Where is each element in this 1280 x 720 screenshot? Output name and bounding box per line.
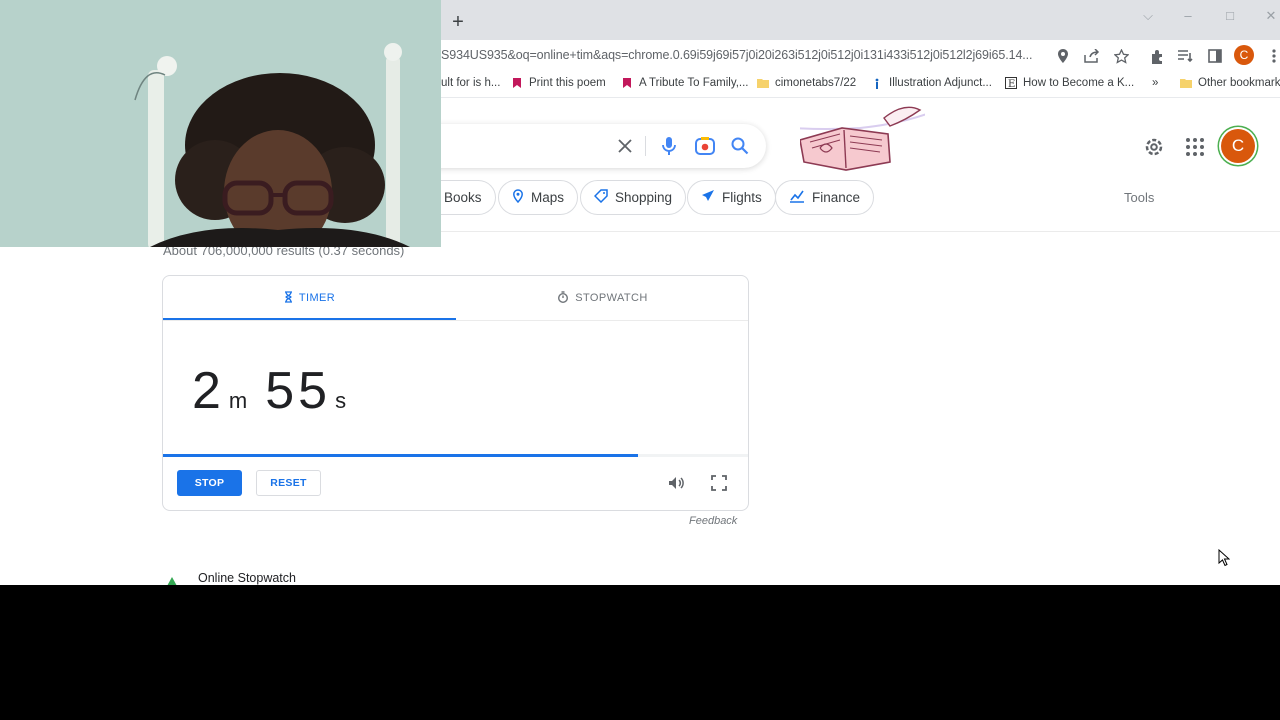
hourglass-icon [284, 290, 293, 306]
stop-button[interactable]: STOP [177, 470, 242, 496]
divider [163, 320, 748, 321]
result-favicon [166, 575, 178, 585]
minutes-unit: m [228, 388, 248, 413]
reading-list-icon[interactable] [1175, 46, 1195, 66]
tab-search-icon[interactable]: ⌵ [1138, 6, 1158, 26]
feedback-link[interactable]: Feedback [689, 515, 737, 527]
bookmark-item[interactable]: cimonetabs7/22 [757, 77, 856, 89]
stopwatch-icon [557, 290, 569, 306]
clear-search-icon[interactable] [615, 136, 635, 156]
tab-stopwatch[interactable]: STOPWATCH [456, 276, 748, 320]
chip-maps[interactable]: Maps [498, 180, 579, 215]
chip-label: Flights [722, 190, 762, 205]
plane-icon [701, 189, 715, 206]
chip-label: Maps [531, 190, 565, 205]
doodle-book-image[interactable] [689, 98, 961, 174]
tab-label: TIMER [298, 292, 336, 304]
bookmark-item[interactable]: Illustration Adjunct... [871, 77, 992, 89]
google-apps-icon[interactable] [1185, 137, 1205, 157]
side-panel-icon[interactable] [1205, 46, 1225, 66]
bookmark-label: cimonetabs7/22 [775, 77, 857, 89]
bookmark-item[interactable]: A Tribute To Family,... [621, 77, 749, 89]
extensions-icon[interactable] [1147, 46, 1167, 66]
seconds-unit: s [335, 388, 347, 413]
tab-label: STOPWATCH [575, 292, 648, 304]
chip-label: Books [444, 190, 482, 205]
timer-widget: TIMER STOPWATCH 2 m 55 s STOP RESET [162, 275, 749, 511]
chip-flights[interactable]: Flights [687, 180, 776, 215]
info-icon [871, 77, 883, 89]
timer-seconds: 55 [265, 362, 332, 420]
svg-text:E: E [1008, 79, 1015, 89]
bookmark-item[interactable]: ult for is h... [441, 77, 500, 89]
e-icon: E [1005, 77, 1017, 90]
bookmark-label: ult for is h... [441, 77, 501, 89]
bookmark-label: Illustration Adjunct... [889, 77, 992, 89]
search-divider [645, 136, 646, 156]
timer-minutes: 2 [192, 362, 225, 420]
browser-menu-icon[interactable] [1264, 46, 1280, 66]
tag-icon [593, 189, 608, 206]
more-bookmarks-button[interactable]: » [1152, 77, 1158, 89]
bookmark-label: A Tribute To Family,... [639, 77, 749, 89]
address-bar[interactable]: S934US935&oq=online+tim&aqs=chrome.0.69i… [441, 48, 1033, 62]
lens-search-icon[interactable] [695, 136, 715, 156]
timer-progress-bar [163, 454, 748, 457]
chip-label: Shopping [615, 190, 673, 205]
profile-avatar[interactable]: C [1234, 45, 1254, 65]
bookmark-label: » [1152, 77, 1159, 89]
bookmark-item[interactable]: Other bookmarks [1180, 77, 1280, 89]
settings-gear-icon[interactable] [1143, 136, 1165, 158]
folder-icon [757, 77, 769, 89]
webcam-overlay-image [0, 0, 441, 247]
reset-button[interactable]: RESET [256, 470, 321, 496]
new-tab-button[interactable]: + [448, 12, 468, 32]
ribbon-icon [511, 77, 523, 89]
map-pin-icon [512, 189, 524, 206]
ribbon-icon [621, 77, 633, 89]
sound-icon[interactable] [666, 473, 686, 493]
voice-search-icon[interactable] [659, 136, 679, 156]
google-account-avatar[interactable]: C [1221, 129, 1255, 163]
maximize-button[interactable]: □ [1220, 6, 1240, 26]
chip-books[interactable]: Books [441, 180, 496, 215]
timer-display[interactable]: 2 m 55 s [192, 361, 364, 420]
mouse-cursor-icon [1218, 548, 1231, 567]
bookmark-item[interactable]: E How to Become a K... [1005, 77, 1135, 90]
location-icon[interactable] [1053, 46, 1073, 66]
share-icon[interactable] [1082, 46, 1102, 66]
fullscreen-icon[interactable] [709, 473, 729, 493]
search-icon[interactable] [730, 136, 750, 156]
folder-icon [1180, 77, 1192, 89]
bookmark-item[interactable]: Print this poem [511, 77, 606, 89]
bookmark-label: Print this poem [529, 77, 606, 89]
bookmark-star-icon[interactable] [1111, 46, 1131, 66]
timer-progress-fill [163, 454, 639, 457]
tools-button[interactable]: Tools [1124, 190, 1154, 205]
chip-label: Finance [812, 190, 861, 205]
search-input[interactable] [400, 124, 766, 168]
minimize-button[interactable]: – [1178, 6, 1198, 26]
finance-icon [789, 189, 805, 206]
bookmark-label: Other bookmarks [1198, 77, 1280, 89]
tab-timer[interactable]: TIMER [163, 276, 456, 320]
chip-shopping[interactable]: Shopping [580, 180, 687, 215]
search-result-title[interactable]: Online Stopwatch [198, 571, 296, 585]
close-window-button[interactable]: ✕ [1261, 6, 1280, 26]
chip-finance[interactable]: Finance [775, 180, 875, 215]
bookmark-label: How to Become a K... [1023, 77, 1135, 89]
